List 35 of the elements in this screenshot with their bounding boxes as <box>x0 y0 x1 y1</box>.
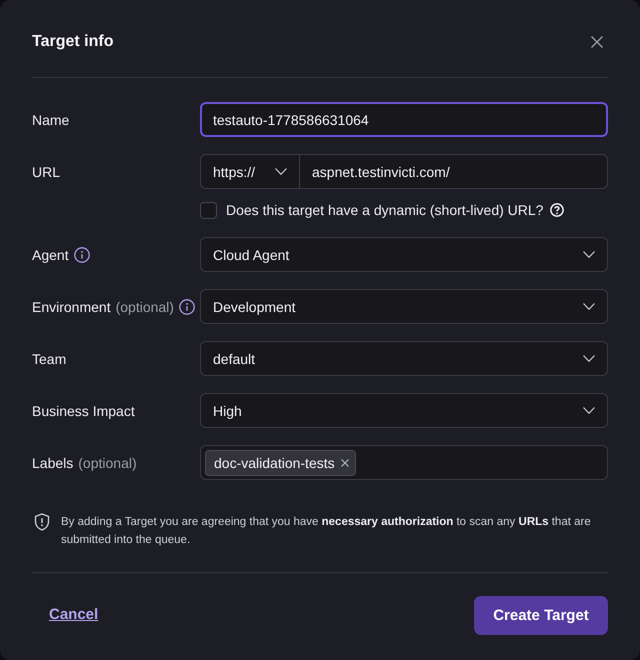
checkbox-label: Does this target have a dynamic (short-lived) URL? <box>226 202 544 218</box>
scheme-select[interactable]: https:// <box>200 154 300 189</box>
close-icon[interactable] <box>591 36 603 48</box>
help-icon[interactable] <box>550 203 564 217</box>
label-chip[interactable]: doc-validation-tests <box>205 450 356 476</box>
field-label: URL <box>32 164 60 180</box>
info-icon[interactable] <box>74 246 90 262</box>
checkbox[interactable] <box>200 202 217 218</box>
shield-icon <box>34 513 50 531</box>
create-target-button[interactable]: Create Target <box>474 596 608 635</box>
chevron-down-icon <box>275 168 287 175</box>
chevron-down-icon <box>583 251 595 258</box>
name-input[interactable]: testauto-1778586631064 <box>200 102 608 137</box>
field-label: Labels <box>32 454 74 470</box>
url-input[interactable]: aspnet.testinvicti.com/ <box>300 154 608 189</box>
field-label: Name <box>32 112 70 128</box>
labels-input[interactable]: doc-validation-tests <box>200 445 608 480</box>
remove-icon[interactable] <box>340 458 349 466</box>
info-icon[interactable] <box>178 298 195 314</box>
field-label: Environment <box>32 298 111 314</box>
select-field[interactable]: High <box>200 393 608 428</box>
optional-hint: (optional) <box>116 298 174 314</box>
chevron-down-icon <box>583 407 595 414</box>
field-label: Business Impact <box>32 402 135 418</box>
select-field[interactable]: Cloud Agent <box>200 237 608 272</box>
dialog-title: Target info <box>32 32 114 50</box>
field-label: Agent <box>32 246 69 262</box>
optional-hint: (optional) <box>78 454 137 470</box>
field-label: Team <box>32 350 66 366</box>
chevron-down-icon <box>583 303 595 310</box>
select-field[interactable]: default <box>200 341 608 376</box>
chevron-down-icon <box>583 355 595 362</box>
consent-notice: By adding a Target you are agreeing that you have necessary authorization to scan any URLs that are submitted into the queue. <box>61 515 592 548</box>
select-field[interactable]: Development <box>200 289 608 324</box>
cancel-link[interactable]: Cancel <box>49 606 98 623</box>
